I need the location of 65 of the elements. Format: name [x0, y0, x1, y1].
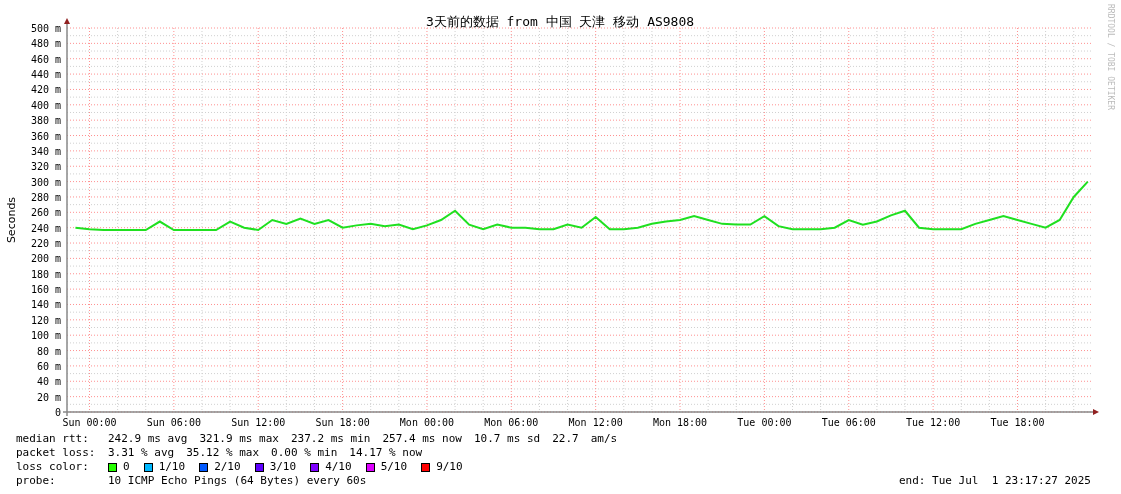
legend-label: 1/10	[158, 460, 186, 474]
y-tick-label: 200 m	[30, 253, 61, 265]
y-tick-label: 320 m	[30, 161, 61, 173]
x-tick-label: Mon 18:00	[652, 417, 708, 428]
stat-label: packet loss:	[16, 446, 97, 460]
y-tick-label: 160 m	[30, 284, 61, 296]
end-time: end: Tue Jul 1 23:17:27 2025	[898, 474, 1091, 488]
y-tick-label: 400 m	[30, 99, 61, 111]
y-tick-label: 100 m	[30, 330, 61, 342]
x-tick-label: Tue 12:00	[906, 417, 961, 428]
y-tick-label: 80 m	[36, 345, 61, 357]
x-tick-label: Tue 06:00	[821, 417, 876, 428]
x-tick-label: Sun 06:00	[146, 417, 201, 428]
y-tick-label: 440 m	[30, 69, 61, 81]
y-tick-label: 360 m	[30, 130, 61, 142]
x-tick-label: Sun 12:00	[231, 417, 286, 428]
probe-text: 10 ICMP Echo Pings (64 Bytes) every 60s	[108, 474, 367, 488]
x-tick-label: Sun 18:00	[315, 417, 370, 428]
x-tick-label: Tue 00:00	[737, 417, 792, 428]
x-tick-label: Mon 12:00	[568, 417, 623, 428]
stat-value: 321.9 ms max	[199, 432, 279, 446]
stat-label: loss color:	[16, 460, 90, 474]
y-tick-label: 220 m	[30, 238, 61, 250]
y-tick-label: 240 m	[30, 222, 61, 234]
stat-value: 242.9 ms avg	[108, 432, 188, 446]
stat-value: 237.2 ms min	[290, 432, 371, 446]
y-tick-label: 380 m	[30, 115, 61, 127]
stat-value: 14.17 % now	[349, 446, 423, 460]
stat-value: 35.12 % max	[186, 446, 260, 460]
legend-label: 3/10	[269, 460, 297, 474]
legend-label: 5/10	[380, 460, 408, 474]
legend-label: 2/10	[214, 460, 241, 474]
y-tick-label: 340 m	[30, 145, 61, 157]
stat-value: 257.4 ms now	[382, 432, 462, 446]
y-tick-label: 460 m	[30, 53, 61, 65]
y-tick-label: 300 m	[30, 176, 61, 188]
legend-label: 9/10	[436, 460, 463, 474]
credit-text: RRDTOOL / TOBI OETIKER	[1106, 4, 1115, 110]
y-tick-label: 480 m	[30, 38, 61, 50]
y-tick-label: 420 m	[30, 84, 61, 96]
x-tick-label: Tue 18:00	[990, 417, 1045, 428]
y-tick-label: 280 m	[30, 191, 61, 203]
y-tick-label: 120 m	[30, 314, 61, 326]
stat-value: 10.7 ms sd	[473, 432, 541, 446]
y-tick-label: 180 m	[30, 268, 61, 280]
y-tick-label: 140 m	[30, 299, 61, 311]
y-axis-label: Seconds	[5, 196, 18, 244]
y-tick-label: 500 m	[30, 23, 61, 34]
x-tick-label: Mon 06:00	[484, 417, 539, 428]
x-tick-label: Sun 00:00	[62, 417, 117, 428]
legend-label: 4/10	[325, 460, 352, 474]
legend-label: 0	[123, 460, 130, 474]
stat-value: 3.31 % avg	[108, 446, 175, 460]
y-tick-label: 0	[54, 407, 61, 418]
stat-value: 0.00 % min	[271, 446, 338, 460]
stat-value: am/s	[590, 432, 618, 446]
stat-label: median rtt:	[16, 432, 90, 446]
y-tick-label: 260 m	[30, 207, 61, 219]
x-tick-label: Mon 00:00	[399, 417, 455, 428]
y-tick-label: 40 m	[36, 376, 61, 388]
stat-label: probe:	[16, 474, 57, 488]
chart-title: 3天前的数据 from 中国 天津 移动 AS9808	[425, 14, 695, 29]
y-tick-label: 20 m	[36, 391, 61, 403]
stat-value: 22.7	[552, 432, 579, 446]
y-tick-label: 60 m	[36, 360, 61, 372]
